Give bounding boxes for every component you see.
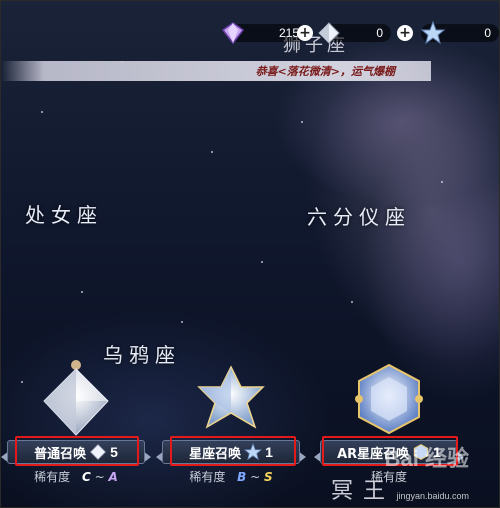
star-dot (261, 261, 263, 263)
constellation-virgo[interactable]: 处女座 (25, 199, 103, 228)
currency-bar: 215 + 0 + 0 (221, 19, 499, 47)
star-dot (301, 121, 303, 123)
constellation-bottom[interactable]: 冥王 (331, 473, 395, 505)
rarity-label: 稀有度 (34, 470, 71, 484)
star-crystal-icon (197, 365, 265, 429)
ar-constellation-summon-button[interactable]: AR星座召唤 1 (314, 436, 464, 468)
purple-diamond-icon (221, 22, 245, 45)
white-crystal-icon (90, 443, 107, 461)
ar-crystal-icon (413, 443, 429, 461)
summon-label: 星座召唤 (189, 446, 242, 462)
star-crystal-icon (421, 21, 445, 45)
announcement-text: 恭喜<落花微清>，运气爆棚 (255, 65, 395, 78)
white-crystal-icon (43, 360, 109, 436)
rarity-range: 稀有度 B ~ S (156, 468, 306, 485)
summon-screen: 狮子座 215 + 0 + 0 恭喜<落花微清>，运气爆棚 处女座 六分仪座 乌… (0, 0, 500, 508)
star-dot (181, 321, 183, 323)
rarity-max: S (264, 470, 273, 484)
summon-cost: 1 (433, 444, 441, 460)
star-crystal-icon (244, 443, 263, 461)
star-dot (81, 291, 83, 293)
star-dot (441, 181, 443, 183)
rarity-range: 稀有度 C ~ A (1, 468, 151, 485)
normal-summon-card[interactable]: 普通召唤 5 稀有度 C ~ A (1, 351, 151, 491)
summon-label: 普通召唤 (34, 446, 87, 462)
star-dot (41, 111, 43, 113)
add-diamond-button[interactable]: + (297, 25, 313, 41)
rarity-separator: ~ (250, 470, 261, 484)
rarity-separator: ~ (94, 470, 105, 484)
star-dot (351, 301, 353, 303)
ar-crystal-icon (355, 363, 423, 435)
ar-constellation-summon-card[interactable]: AR星座召唤 1 稀有度 (314, 351, 464, 491)
white-crystal-icon (318, 22, 340, 44)
summon-cost: 1 (265, 444, 273, 460)
constellation-sextans[interactable]: 六分仪座 (307, 201, 411, 230)
summon-label: AR星座召唤 (337, 446, 410, 462)
announcement-banner: 恭喜<落花微清>，运气爆棚 (1, 61, 431, 81)
add-crystal-button[interactable]: + (397, 25, 413, 41)
rarity-max: A (108, 470, 118, 484)
normal-summon-button[interactable]: 普通召唤 5 (1, 436, 151, 468)
constellation-summon-button[interactable]: 星座召唤 1 (156, 436, 306, 468)
constellation-summon-card[interactable]: 星座召唤 1 稀有度 B ~ S (156, 351, 306, 491)
rarity-min: B (237, 470, 247, 484)
summon-cost: 5 (110, 444, 118, 460)
star-dot (211, 151, 213, 153)
watermark-url: jingyan.baidu.com (396, 491, 469, 501)
rarity-label: 稀有度 (189, 470, 226, 484)
rarity-min: C (82, 470, 91, 484)
